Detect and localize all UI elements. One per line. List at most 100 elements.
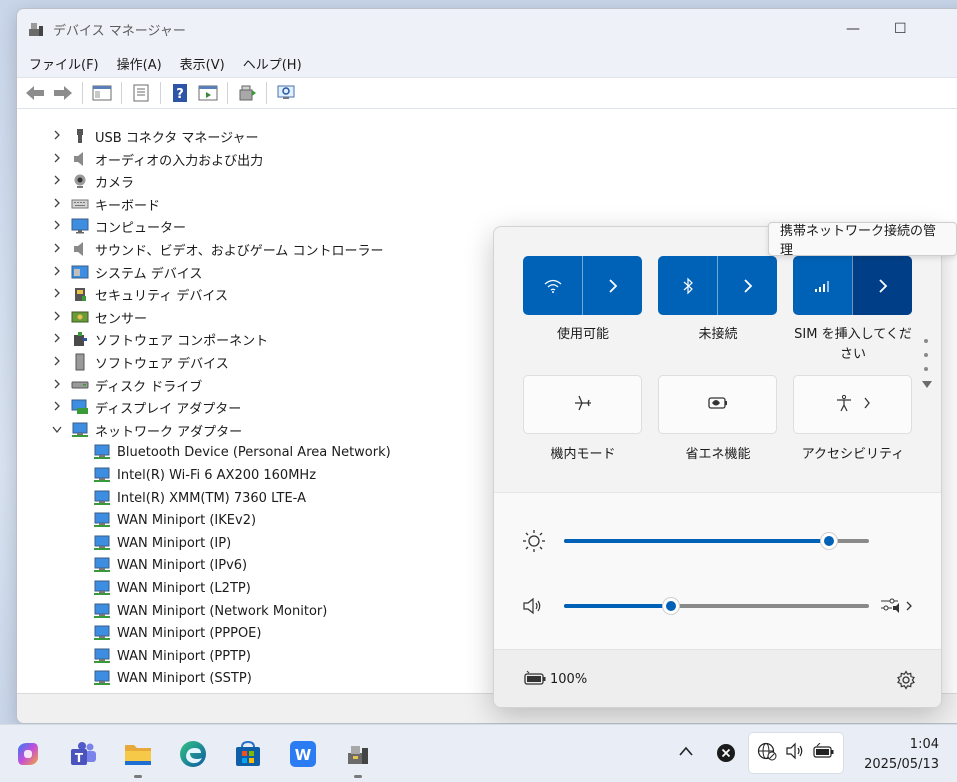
edge-icon[interactable] (176, 737, 210, 771)
tree-item-category-13[interactable]: ネットワーク アダプター (49, 419, 242, 441)
network-adapter-icon (93, 648, 111, 664)
battery-percent: 100% (550, 672, 588, 687)
bluetooth-label: 未接続 (698, 327, 738, 342)
quick-settings-footer: 100% (494, 649, 941, 707)
speaker-icon[interactable] (522, 596, 544, 620)
chevron-right-icon[interactable] (49, 129, 65, 143)
taskbar-clock[interactable]: 1:04 2025/05/13 (864, 735, 939, 775)
tree-item-network-adapter[interactable]: WAN Miniport (PPPOE) (87, 622, 261, 644)
tree-item-label: WAN Miniport (PPPOE) (117, 625, 262, 641)
monitor-icon (71, 218, 89, 234)
software-component-icon (71, 331, 89, 347)
tree-item-network-adapter[interactable]: Intel(R) XMM(TM) 7360 LTE-A (87, 487, 306, 509)
tree-item-category-1[interactable]: オーディオの入力および出力 (49, 148, 263, 170)
update-driver-icon[interactable] (235, 81, 259, 105)
tree-item-network-adapter[interactable]: WAN Miniport (SSTP) (87, 667, 252, 689)
tree-item-network-adapter[interactable]: Bluetooth Device (Personal Area Network) (87, 441, 391, 463)
chevron-right-icon[interactable] (49, 265, 65, 279)
tree-item-network-adapter[interactable]: WAN Miniport (IKEv2) (87, 509, 256, 531)
toolbar: ? (17, 77, 957, 109)
tree-item-network-adapter[interactable]: Intel(R) Wi-Fi 6 AX200 160MHz (87, 464, 316, 486)
help-icon[interactable]: ? (168, 81, 192, 105)
tree-item-category-6[interactable]: システム デバイス (49, 261, 202, 283)
tree-item-network-adapter[interactable]: WAN Miniport (L2TP) (87, 577, 251, 599)
airplane-mode-toggle[interactable] (523, 375, 642, 434)
tree-item-label: サウンド、ビデオ、およびゲーム コントローラー (95, 243, 384, 259)
volume-row (494, 591, 941, 621)
tree-item-category-8[interactable]: センサー (49, 306, 147, 328)
network-adapter-icon (93, 444, 111, 460)
copilot-icon[interactable] (11, 737, 45, 771)
toolbar-divider (82, 82, 83, 104)
tree-item-category-3[interactable]: キーボード (49, 193, 160, 215)
tree-item-category-12[interactable]: ディスプレイ アダプター (49, 396, 241, 418)
toolbar-divider (266, 82, 267, 104)
wps-writer-icon[interactable]: W (286, 737, 320, 771)
teams-icon[interactable]: T (66, 737, 100, 771)
device-manager-icon[interactable] (341, 737, 375, 771)
chevron-right-icon[interactable] (49, 332, 65, 346)
chevron-right-icon[interactable] (49, 174, 65, 188)
chevron-right-icon[interactable] (49, 310, 65, 324)
tree-item-category-4[interactable]: コンピューター (49, 215, 186, 237)
menu-file[interactable]: ファイル(F) (23, 54, 105, 73)
action-pane-icon[interactable] (196, 81, 220, 105)
bluetooth-icon[interactable] (658, 256, 717, 315)
tree-item-network-adapter[interactable]: WAN Miniport (IP) (87, 532, 231, 554)
menu-action[interactable]: 操作(A) (111, 54, 168, 73)
tree-item-network-adapter[interactable]: WAN Miniport (IPv6) (87, 554, 247, 576)
chevron-right-icon[interactable] (49, 219, 65, 233)
volume-slider[interactable] (564, 597, 869, 615)
volume-slider-thumb[interactable] (661, 597, 680, 615)
cellular-signal-icon[interactable] (793, 256, 852, 315)
forward-arrow-icon[interactable] (51, 81, 75, 105)
cellular-expand-chevron-icon[interactable] (852, 256, 912, 315)
tree-item-network-adapter[interactable]: WAN Miniport (PPTP) (87, 645, 251, 667)
settings-gear-icon[interactable] (896, 670, 916, 694)
bluetooth-expand-chevron-icon[interactable] (717, 256, 777, 315)
tree-item-category-7[interactable]: セキュリティ デバイス (49, 283, 228, 305)
wifi-icon[interactable] (523, 256, 582, 315)
menu-help[interactable]: ヘルプ(H) (237, 54, 308, 73)
tree-item-category-2[interactable]: カメラ (49, 170, 134, 192)
network-adapter-icon (93, 467, 111, 483)
chevron-down-icon[interactable] (49, 423, 65, 437)
properties-icon[interactable] (129, 81, 153, 105)
brightness-slider-thumb[interactable] (820, 532, 839, 550)
chevron-right-icon[interactable] (49, 355, 65, 369)
quick-settings-page-indicator[interactable] (922, 339, 932, 389)
tree-item-category-9[interactable]: ソフトウェア コンポーネント (49, 328, 268, 350)
tree-item-network-adapter[interactable]: WAN Miniport (Network Monitor) (87, 600, 327, 622)
wifi-expand-chevron-icon[interactable] (582, 256, 642, 315)
chevron-right-icon[interactable] (49, 378, 65, 392)
battery-icon[interactable] (524, 670, 548, 690)
show-hide-console-tree-icon[interactable] (90, 81, 114, 105)
tree-item-category-11[interactable]: ディスク ドライブ (49, 374, 202, 396)
accessibility-icon (835, 394, 853, 416)
chevron-right-icon[interactable] (49, 152, 65, 166)
back-arrow-icon[interactable] (23, 81, 47, 105)
system-tray-group[interactable] (748, 732, 844, 774)
energy-saver-label: 省エネ機能 (685, 447, 751, 462)
accessibility-toggle[interactable] (793, 375, 912, 434)
tree-item-label: ソフトウェア コンポーネント (95, 333, 269, 349)
microsoft-store-icon[interactable] (231, 737, 265, 771)
tree-item-category-0[interactable]: USB コネクタ マネージャー (49, 125, 259, 147)
maximize-button[interactable]: ☐ (894, 21, 907, 37)
tree-item-category-10[interactable]: ソフトウェア デバイス (49, 351, 229, 373)
menu-view[interactable]: 表示(V) (174, 54, 231, 73)
chevron-right-icon[interactable] (49, 400, 65, 414)
chevron-right-icon[interactable] (49, 287, 65, 301)
file-explorer-icon[interactable] (121, 737, 155, 771)
tree-item-category-5[interactable]: サウンド、ビデオ、およびゲーム コントローラー (49, 238, 383, 260)
cellular-label-line2: さい (839, 347, 866, 362)
brightness-slider[interactable] (564, 532, 869, 550)
energy-saver-toggle[interactable] (658, 375, 777, 434)
chevron-right-icon[interactable] (49, 197, 65, 211)
show-hidden-icons-chevron-icon[interactable] (678, 745, 694, 761)
minimize-button[interactable]: — (846, 21, 860, 37)
chevron-right-icon[interactable] (49, 242, 65, 256)
scan-hardware-icon[interactable] (274, 81, 298, 105)
close-circle-icon[interactable] (716, 743, 736, 767)
audio-output-selector-icon[interactable] (880, 596, 914, 620)
